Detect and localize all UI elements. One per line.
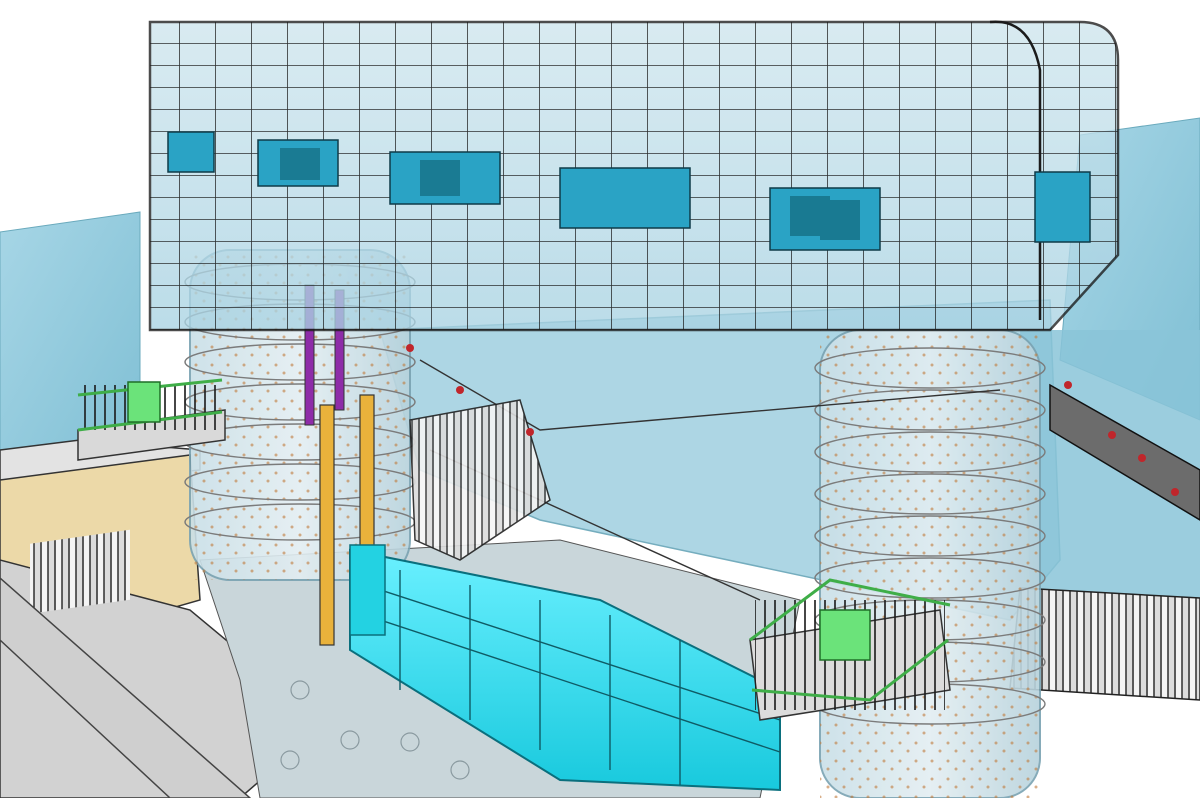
right-platform	[749, 578, 951, 721]
hoist-house	[148, 20, 1120, 332]
hydraulic-gate-scene	[0, 0, 1200, 798]
right-tower	[814, 329, 1046, 798]
sheet-pile-wall-left	[30, 529, 130, 614]
